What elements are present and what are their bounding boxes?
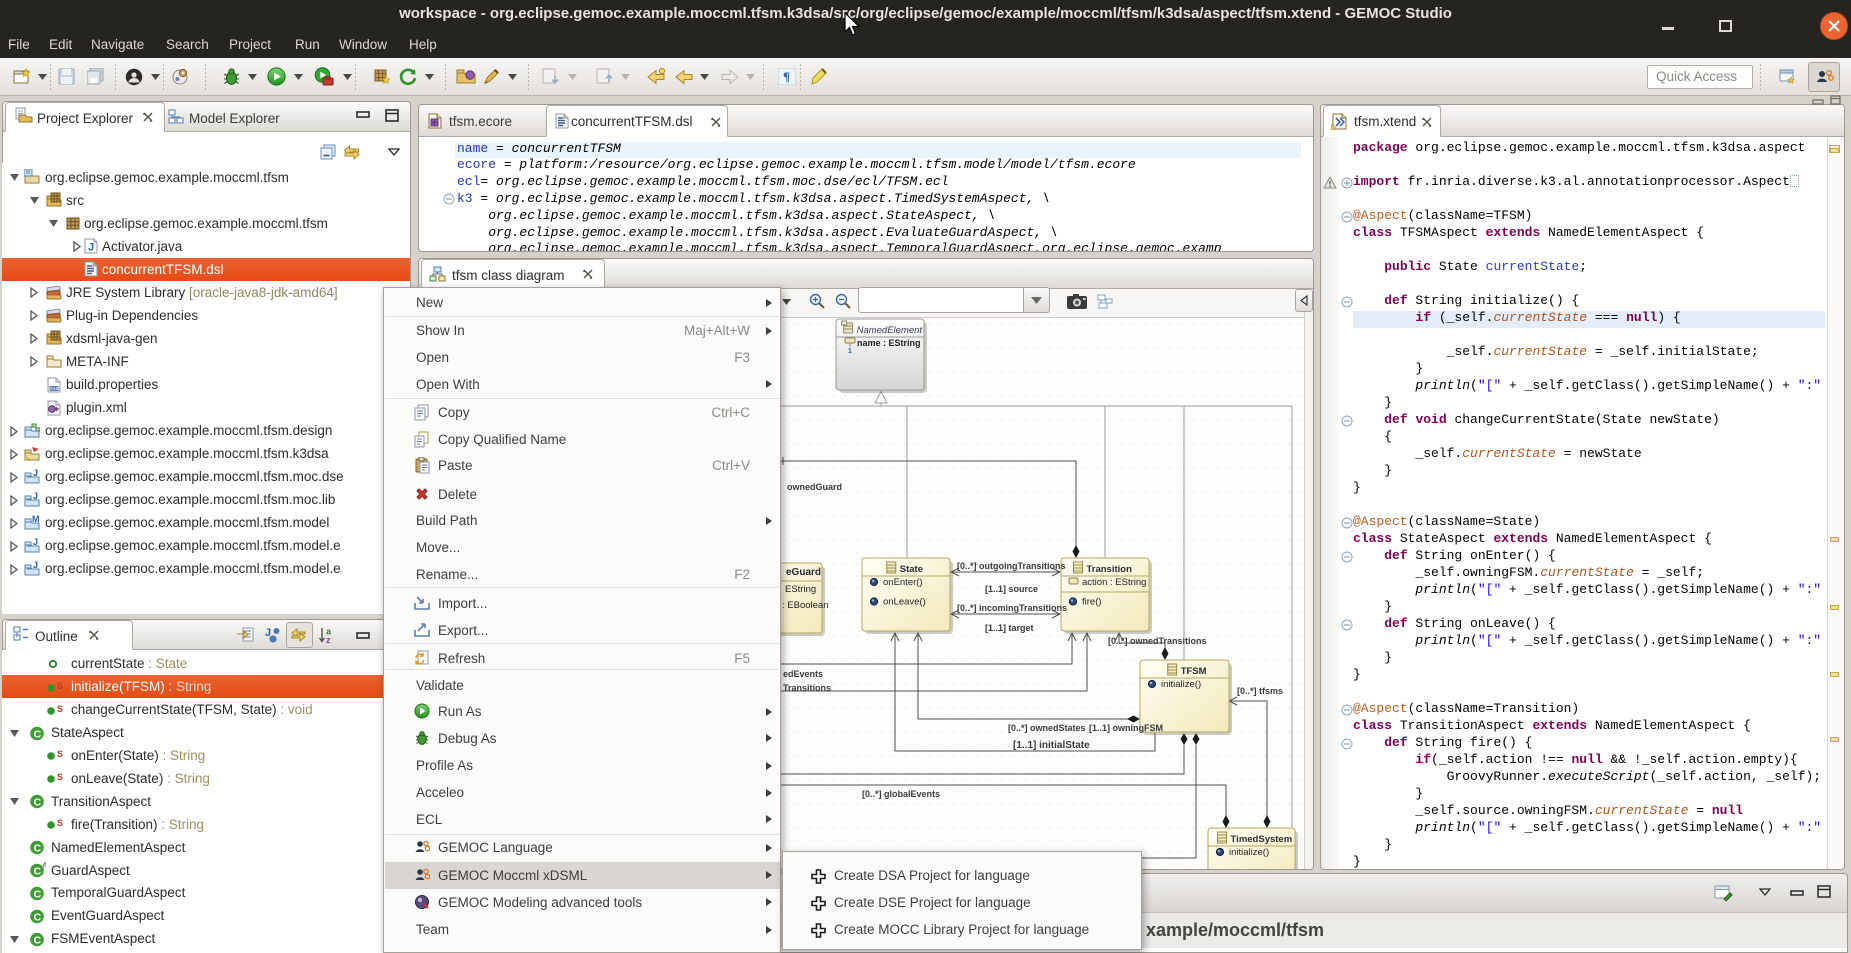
svg-text:J: J bbox=[88, 242, 94, 254]
svg-text:EString: EString bbox=[785, 584, 816, 595]
svg-text:C: C bbox=[34, 934, 42, 946]
svg-text:fire(): fire() bbox=[1082, 597, 1102, 608]
svg-text:edEvents: edEvents bbox=[783, 669, 823, 679]
svg-text:z: z bbox=[326, 635, 331, 644]
svg-text:C: C bbox=[34, 843, 42, 855]
svg-text:C: C bbox=[34, 797, 42, 809]
svg-text:S: S bbox=[57, 819, 63, 828]
svg-text:J: J bbox=[33, 561, 38, 570]
svg-text:S: S bbox=[57, 682, 63, 691]
svg-text:[0..*] outgoingTransitions: [0..*] outgoingTransitions bbox=[957, 561, 1066, 571]
svg-text:[0..*] ownedStates: [0..*] ownedStates bbox=[1008, 723, 1086, 733]
svg-text:[0..*] tfsms: [0..*] tfsms bbox=[1237, 686, 1283, 696]
svg-text:ownedGuard: ownedGuard bbox=[787, 482, 842, 492]
svg-text:C: C bbox=[34, 888, 42, 900]
svg-text:TimedSystem: TimedSystem bbox=[1231, 834, 1293, 845]
svg-text:onEnter(): onEnter() bbox=[883, 577, 923, 588]
svg-text:S: S bbox=[57, 750, 63, 759]
svg-text:S: S bbox=[57, 773, 63, 782]
svg-text:[1..1] initialState: [1..1] initialState bbox=[1013, 740, 1090, 751]
svg-text:C: C bbox=[34, 911, 42, 923]
svg-text:[1..1] owningFSM: [1..1] owningFSM bbox=[1089, 723, 1163, 733]
svg-text:[0..*] ownedTransitions: [0..*] ownedTransitions bbox=[1108, 636, 1207, 646]
svg-text:[1..1] target: [1..1] target bbox=[985, 623, 1034, 633]
svg-text:TFSM: TFSM bbox=[1181, 666, 1207, 677]
svg-text:State: State bbox=[900, 564, 923, 575]
svg-text:[1..1] source: [1..1] source bbox=[985, 584, 1038, 594]
svg-text:¶: ¶ bbox=[783, 69, 790, 84]
svg-text:name : EString: name : EString bbox=[857, 338, 921, 348]
svg-text:onLeave(): onLeave() bbox=[883, 597, 926, 608]
svg-text:M: M bbox=[32, 515, 40, 524]
svg-text:initialize(): initialize() bbox=[1229, 847, 1269, 858]
svg-text:C: C bbox=[34, 728, 42, 740]
svg-text:C: C bbox=[34, 865, 42, 877]
svg-text:initialize(): initialize() bbox=[1161, 679, 1201, 690]
svg-text:action : EString: action : EString bbox=[1082, 577, 1146, 588]
svg-text:1: 1 bbox=[848, 348, 852, 355]
svg-text:Transitions: Transitions bbox=[783, 683, 831, 693]
svg-text:S: S bbox=[57, 705, 63, 714]
svg-text:[0..*] incomingTransitions: [0..*] incomingTransitions bbox=[957, 603, 1067, 613]
svg-text:010: 010 bbox=[50, 386, 59, 392]
svg-text:Transition: Transition bbox=[1087, 564, 1133, 575]
svg-text:J: J bbox=[33, 538, 38, 547]
svg-text:J: J bbox=[33, 469, 38, 478]
svg-text:NamedElement: NamedElement bbox=[857, 325, 923, 336]
svg-text:A: A bbox=[42, 862, 46, 870]
svg-text:eGuard: eGuard bbox=[786, 567, 821, 578]
svg-text:[0..*] globalEvents: [0..*] globalEvents bbox=[862, 789, 940, 799]
svg-text:J: J bbox=[33, 492, 38, 501]
svg-text:: EBoolean: : EBoolean bbox=[782, 600, 828, 611]
